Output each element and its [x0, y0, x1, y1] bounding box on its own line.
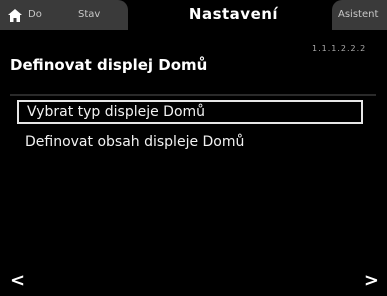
tab-home-label: Do [28, 9, 42, 20]
tab-status-label: Stav [78, 9, 101, 20]
menu-path-number: 1.1.1.2.2.2 [312, 44, 367, 53]
arrow-left-icon[interactable]: < [10, 270, 25, 291]
arrow-right-icon[interactable]: > [364, 270, 379, 291]
tab-bar: Do Stav Nastavení Asistent [0, 0, 387, 30]
tab-assist[interactable]: Asistent [332, 0, 387, 30]
menu-item-select-display-type[interactable]: Vybrat typ displeje Domů [17, 100, 363, 124]
tab-settings-label: Nastavení [188, 5, 279, 23]
home-icon [8, 9, 22, 22]
tab-assist-label: Asistent [338, 9, 379, 20]
tab-settings[interactable]: Nastavení [136, 0, 331, 30]
menu-item-define-display-content[interactable]: Definovat obsah displeje Domů [17, 130, 363, 154]
tab-home[interactable]: Do Stav [0, 0, 128, 30]
menu-list: Vybrat typ displeje Domů Definovat obsah… [10, 94, 376, 264]
bottom-nav-bar: < > [0, 266, 387, 296]
page-title: Definovat displej Domů [10, 56, 208, 74]
screen: Do Stav Nastavení Asistent 1.1.1.2.2.2 D… [0, 0, 387, 296]
